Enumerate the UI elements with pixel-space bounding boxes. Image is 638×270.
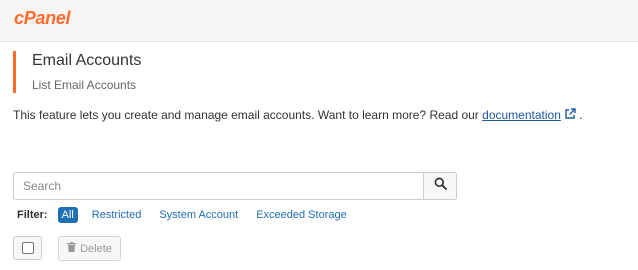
description-suffix: . xyxy=(575,108,583,122)
feature-description: This feature lets you create and manage … xyxy=(13,108,583,123)
delete-button[interactable]: Delete xyxy=(58,236,121,261)
top-bar: cPanel xyxy=(0,0,638,42)
external-link-icon[interactable] xyxy=(564,108,576,123)
filter-exceeded-storage-link[interactable]: Exceeded Storage xyxy=(256,209,347,221)
delete-label: Delete xyxy=(80,242,112,255)
documentation-link[interactable]: documentation xyxy=(482,108,561,122)
page-title: Email Accounts xyxy=(32,52,142,69)
cpanel-logo[interactable]: cPanel xyxy=(14,8,71,29)
search-input[interactable] xyxy=(13,172,424,200)
description-text: This feature lets you create and manage … xyxy=(13,108,483,122)
page-header: Email Accounts List Email Accounts xyxy=(13,51,141,93)
select-all-button[interactable] xyxy=(13,236,42,260)
filter-system-account-link[interactable]: System Account xyxy=(159,209,238,221)
search-icon xyxy=(434,177,447,195)
search-group xyxy=(13,172,457,200)
page-subtitle: List Email Accounts xyxy=(32,78,137,92)
filter-all-button[interactable]: All xyxy=(57,206,78,223)
select-all-checkbox[interactable] xyxy=(21,242,34,254)
search-button[interactable] xyxy=(424,172,457,200)
filter-label: Filter: xyxy=(17,208,48,221)
trash-icon xyxy=(67,242,77,255)
filter-bar: Filter: All Restricted System Account Ex… xyxy=(17,206,365,223)
filter-restricted-link[interactable]: Restricted xyxy=(92,209,142,221)
